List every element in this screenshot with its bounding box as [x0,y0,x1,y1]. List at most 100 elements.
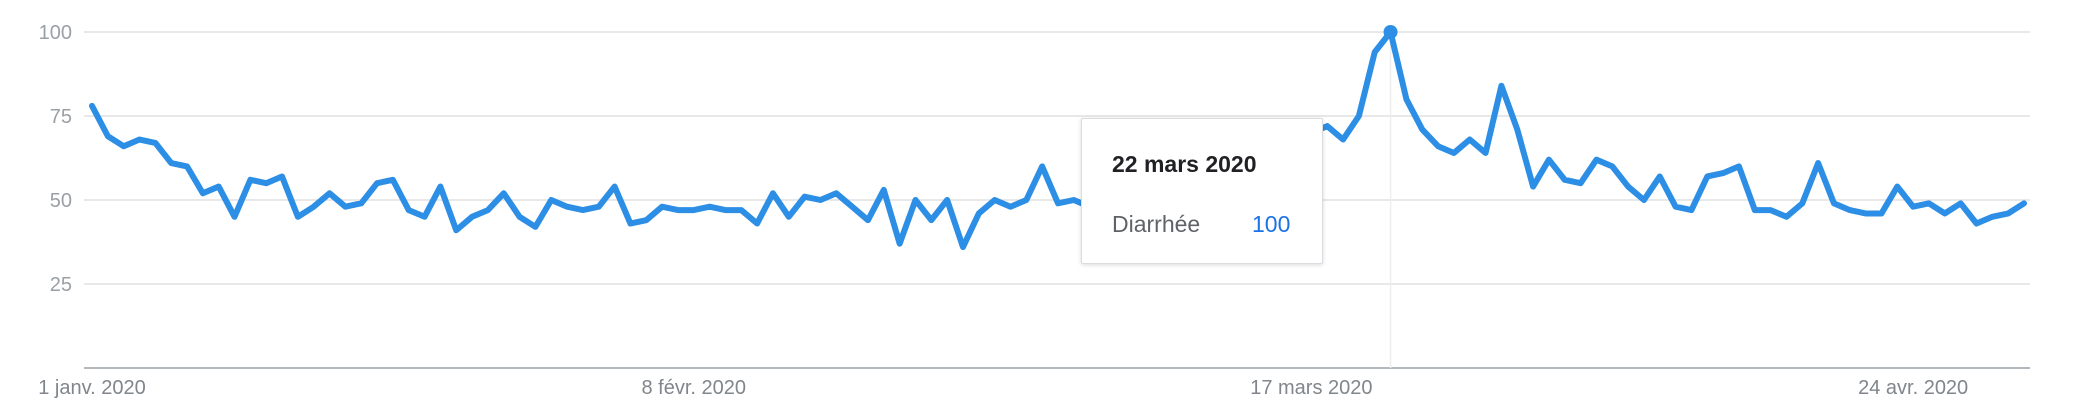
data-point[interactable] [261,178,271,188]
data-point[interactable] [1829,198,1839,208]
data-point[interactable] [435,182,445,192]
data-point[interactable] [1465,135,1475,145]
data-point[interactable] [1987,212,1997,222]
data-point[interactable] [119,141,129,151]
data-point[interactable] [1591,155,1601,165]
data-point[interactable] [451,225,461,235]
data-point[interactable] [1956,198,1966,208]
data-point[interactable] [150,138,160,148]
data-point[interactable] [198,188,208,198]
data-point[interactable] [562,202,572,212]
data-point[interactable] [1069,195,1079,205]
data-point[interactable] [784,212,794,222]
data-point[interactable] [1876,208,1886,218]
data-point[interactable] [309,202,319,212]
data-point[interactable] [752,219,762,229]
data-point[interactable] [689,205,699,215]
data-point[interactable] [372,178,382,188]
data-point[interactable] [1401,94,1411,104]
data-point[interactable] [515,212,525,222]
data-point[interactable] [1354,111,1364,121]
data-point[interactable] [1037,161,1047,171]
data-point[interactable] [87,101,97,111]
data-point[interactable] [578,205,588,215]
data-point[interactable] [768,188,778,198]
data-point[interactable] [1370,47,1380,57]
data-point[interactable] [182,161,192,171]
data-point[interactable] [800,192,810,202]
data-point[interactable] [942,195,952,205]
data-point[interactable] [135,135,145,145]
data-point[interactable] [277,171,287,181]
data-point[interactable] [815,195,825,205]
data-point[interactable] [895,239,905,249]
data-point[interactable] [910,195,920,205]
data-point[interactable] [1623,182,1633,192]
data-point[interactable] [325,188,335,198]
data-point[interactable] [1845,205,1855,215]
data-point[interactable] [1544,155,1554,165]
data-point[interactable] [467,212,477,222]
data-point[interactable] [1528,182,1538,192]
data-point[interactable] [958,242,968,252]
data-point[interactable] [1702,171,1712,181]
data-point[interactable] [1718,168,1728,178]
data-point[interactable] [340,202,350,212]
data-point[interactable] [657,202,667,212]
data-point[interactable] [1338,135,1348,145]
data-point[interactable] [1734,161,1744,171]
data-point[interactable] [1924,198,1934,208]
highlight-point[interactable] [1383,25,1398,39]
data-point[interactable] [1813,158,1823,168]
data-point[interactable] [1892,182,1902,192]
data-point[interactable] [831,188,841,198]
data-point[interactable] [1655,171,1665,181]
data-point[interactable] [641,215,651,225]
data-points[interactable] [87,27,2029,252]
data-point[interactable] [847,202,857,212]
data-point[interactable] [1576,178,1586,188]
data-point[interactable] [974,208,984,218]
data-point[interactable] [388,175,398,185]
data-point[interactable] [546,195,556,205]
data-point[interactable] [863,215,873,225]
data-point[interactable] [926,215,936,225]
data-point[interactable] [404,205,414,215]
data-point[interactable] [720,205,730,215]
data-point[interactable] [214,182,224,192]
data-point[interactable] [736,205,746,215]
data-point[interactable] [673,205,683,215]
data-point[interactable] [1496,81,1506,91]
data-point[interactable] [293,212,303,222]
data-point[interactable] [499,188,509,198]
data-point[interactable] [1053,198,1063,208]
data-point[interactable] [1639,195,1649,205]
data-point[interactable] [420,212,430,222]
data-point[interactable] [1797,198,1807,208]
data-point[interactable] [1512,124,1522,134]
data-point[interactable] [1322,121,1332,131]
data-point[interactable] [1766,205,1776,215]
data-point[interactable] [1940,208,1950,218]
data-point[interactable] [1908,202,1918,212]
data-point[interactable] [1417,124,1427,134]
data-point[interactable] [166,158,176,168]
data-point[interactable] [1560,175,1570,185]
data-point[interactable] [594,202,604,212]
data-point[interactable] [705,202,715,212]
data-point[interactable] [483,205,493,215]
data-point[interactable] [2019,198,2029,208]
data-point[interactable] [103,131,113,141]
data-point[interactable] [230,212,240,222]
data-point[interactable] [530,222,540,232]
data-point[interactable] [625,219,635,229]
data-point[interactable] [1671,202,1681,212]
data-point[interactable] [1750,205,1760,215]
data-point[interactable] [610,182,620,192]
data-point[interactable] [1971,219,1981,229]
data-point[interactable] [356,198,366,208]
data-point[interactable] [1449,148,1459,158]
data-point[interactable] [1686,205,1696,215]
data-point[interactable] [990,195,1000,205]
data-point[interactable] [245,175,255,185]
